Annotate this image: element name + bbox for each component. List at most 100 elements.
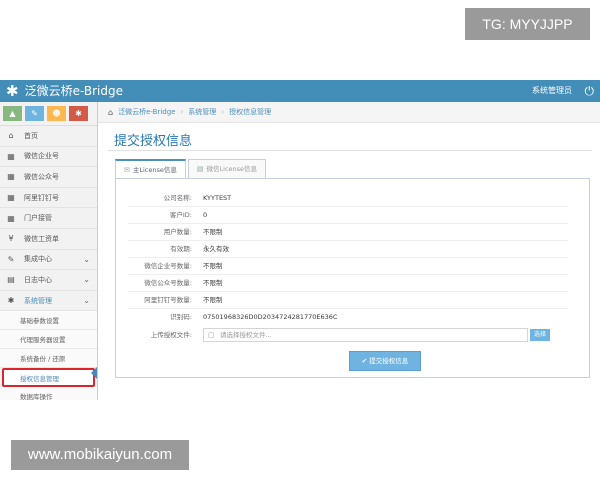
field-value: 不限制 <box>203 262 223 270</box>
field-label: 识别码: <box>170 313 192 321</box>
page-title: 提交授权信息 <box>114 134 193 149</box>
user-name[interactable]: 系统管理员 <box>532 85 572 97</box>
field-value: KYYTEST <box>203 194 232 202</box>
sidebar-item-logs[interactable]: ▤ 日志中心 ⌄ <box>0 270 97 291</box>
breadcrumb-current: 授权信息管理 <box>229 108 272 116</box>
license-info-panel: 公司名称: KYYTEST 客户ID: 0 用户数量: 不限制 有效期: 永久有… <box>115 178 590 378</box>
sidebar-subitem-label: 代理服务器设置 <box>20 336 66 345</box>
sidebar-subitem-license[interactable]: 授权信息管理 <box>2 368 95 388</box>
field-row-wechat-enterprise-count: 微信企业号数量: 不限制 <box>128 259 568 273</box>
chevron-down-icon: ⌄ <box>83 296 90 306</box>
calendar-icon: ▤ <box>7 275 15 285</box>
sidebar-item-payroll[interactable]: ¥ 微信工资单 <box>0 229 97 250</box>
signal-icon[interactable]: ▲ <box>3 106 22 121</box>
sidebar-item-label: 阿里钉钉号 <box>24 193 59 202</box>
sidebar-subitem-label: 基础参数设置 <box>20 317 59 326</box>
field-value: 不限制 <box>203 279 223 287</box>
file-icon: ▢ <box>208 331 215 339</box>
home-icon[interactable]: ⌂ <box>108 108 113 117</box>
sidebar-subitem-label: 系统备份 / 还原 <box>20 355 66 364</box>
app-window: ✱ 泛微云桥e-Bridge 系统管理员 ⏻ ▲ ✎ ☻ ✱ ⌂ 首页 ▦ 微信… <box>0 80 600 400</box>
license-file-input[interactable]: ▢ 请选择授权文件... <box>203 328 528 342</box>
active-item-arrow <box>91 367 97 379</box>
browse-button[interactable]: 选择 <box>530 329 550 341</box>
chevron-down-icon: ⌄ <box>83 275 90 285</box>
field-row-dingtalk-count: 阿里钉钉号数量: 不限制 <box>128 293 568 307</box>
group-icon[interactable]: ☻ <box>47 106 66 121</box>
sidebar-subitem-backup[interactable]: 系统备份 / 还原 <box>0 349 97 369</box>
app-logo[interactable]: ✱ 泛微云桥e-Bridge <box>6 82 123 100</box>
divider <box>128 257 568 258</box>
field-row-id-code: 识别码: 07501968326D0D2034724281770E636C <box>128 310 568 324</box>
sidebar-item-wechat-public[interactable]: ▦ 微信公众号 <box>0 167 97 188</box>
gear-logo-icon: ✱ <box>6 82 19 100</box>
field-label: 客户ID: <box>169 211 192 219</box>
field-label: 公司名称: <box>163 194 192 202</box>
sidebar-item-dingtalk[interactable]: ▦ 阿里钉钉号 <box>0 188 97 209</box>
divider <box>128 274 568 275</box>
field-row-wechat-public-count: 微信公众号数量: 不限制 <box>128 276 568 290</box>
breadcrumb-link[interactable]: 泛微云桥e-Bridge <box>118 107 175 117</box>
license-tabs: ✉ 主License信息 ▤ 微信License信息 <box>115 159 268 179</box>
divider <box>128 308 568 309</box>
breadcrumb-link[interactable]: 系统管理 <box>188 107 216 117</box>
field-label: 用户数量: <box>163 228 192 236</box>
sidebar-item-system[interactable]: ✱ 系统管理 ⌄ <box>0 291 97 312</box>
app-title: 泛微云桥e-Bridge <box>24 84 123 98</box>
sidebar-item-integration[interactable]: ✎ 集成中心 ⌄ <box>0 250 97 271</box>
sidebar-subitem-basic-params[interactable]: 基础参数设置 <box>0 311 97 331</box>
breadcrumb-separator: › <box>180 108 184 116</box>
divider <box>128 223 568 224</box>
sidebar-item-label: 系统管理 <box>24 296 52 305</box>
tab-label: 主License信息 <box>132 165 177 174</box>
pencil-icon[interactable]: ✎ <box>25 106 44 121</box>
field-row-company: 公司名称: KYYTEST <box>128 191 568 205</box>
sidebar-item-wechat-enterprise[interactable]: ▦ 微信企业号 <box>0 147 97 168</box>
field-row-user-count: 用户数量: 不限制 <box>128 225 568 239</box>
file-input-placeholder: 请选择授权文件... <box>220 331 272 339</box>
cog-icon[interactable]: ✱ <box>69 106 88 121</box>
sidebar-shortcuts: ▲ ✎ ☻ ✱ <box>0 102 97 126</box>
grid-icon: ▦ <box>7 172 15 182</box>
cog-icon: ✱ <box>7 296 15 306</box>
sidebar-item-portal[interactable]: ▦ 门户接管 <box>0 208 97 229</box>
sidebar-item-label: 门户接管 <box>24 214 52 223</box>
sidebar-item-home[interactable]: ⌂ 首页 <box>0 126 97 147</box>
sidebar-item-label: 微信工资单 <box>24 234 59 243</box>
sidebar-subitem-database[interactable]: 数据库操作 <box>0 387 97 400</box>
sidebar-subitem-label: 授权信息管理 <box>20 374 59 383</box>
site-watermark: www.mobikaiyun.com <box>11 440 189 470</box>
envelope-icon: ✉ <box>124 165 130 174</box>
breadcrumb: ⌂ 泛微云桥e-Bridge › 系统管理 › 授权信息管理 <box>98 102 600 123</box>
tab-label: 微信License信息 <box>206 165 258 173</box>
grid-icon: ▦ <box>7 213 15 223</box>
calendar-icon: ▤ <box>196 165 204 173</box>
sidebar-subitem-label: 数据库操作 <box>20 393 53 400</box>
power-icon[interactable]: ⏻ <box>585 83 595 99</box>
link-icon: ✎ <box>7 254 15 264</box>
tab-main-license[interactable]: ✉ 主License信息 <box>115 159 186 179</box>
field-label: 上传授权文件: <box>150 331 192 339</box>
sidebar-item-label: 集成中心 <box>24 255 52 264</box>
sidebar-item-label: 首页 <box>24 131 38 140</box>
field-value: 永久有效 <box>203 245 229 253</box>
field-label: 微信公众号数量: <box>144 279 192 287</box>
sidebar-item-label: 微信企业号 <box>24 152 59 161</box>
field-label: 有效期: <box>170 245 192 253</box>
field-row-validity: 有效期: 永久有效 <box>128 242 568 256</box>
sidebar: ▲ ✎ ☻ ✱ ⌂ 首页 ▦ 微信企业号 ▦ 微信公众号 ▦ 阿里钉钉号 ▦ 门… <box>0 102 98 400</box>
field-value: 不限制 <box>203 228 223 236</box>
field-row-upload: 上传授权文件: ▢ 请选择授权文件... 选择 <box>128 328 568 342</box>
tab-wechat-license[interactable]: ▤ 微信License信息 <box>187 159 267 179</box>
home-icon: ⌂ <box>8 131 14 141</box>
field-value: 不限制 <box>203 296 223 304</box>
grid-icon: ▦ <box>7 151 15 161</box>
field-value: 0 <box>203 211 208 219</box>
field-row-customer-id: 客户ID: 0 <box>128 208 568 222</box>
sidebar-subitem-proxy[interactable]: 代理服务器设置 <box>0 330 97 350</box>
field-label: 阿里钉钉号数量: <box>144 296 192 304</box>
divider <box>128 206 568 207</box>
submit-license-button[interactable]: ✔ 提交授权信息 <box>349 351 421 371</box>
grid-icon: ▦ <box>7 193 15 203</box>
breadcrumb-separator: › <box>221 108 225 116</box>
